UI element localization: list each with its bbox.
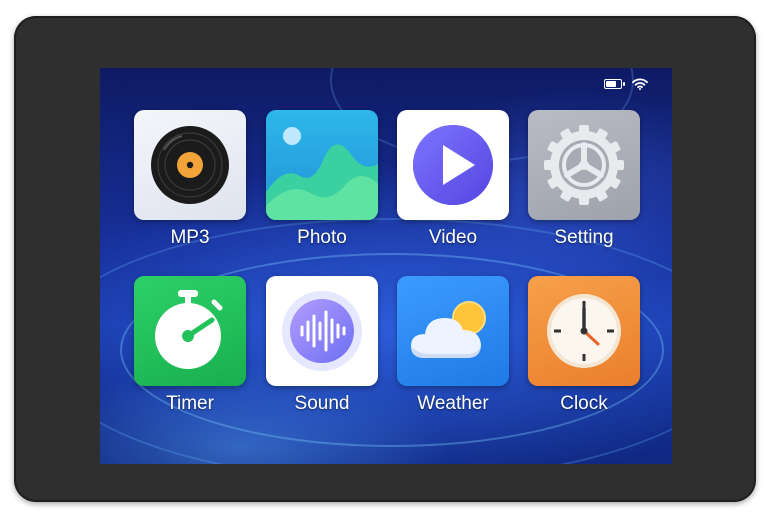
- app-label: Photo: [297, 227, 347, 248]
- app-timer[interactable]: Timer: [134, 276, 246, 416]
- clock-tile[interactable]: [528, 276, 640, 386]
- app-mp3[interactable]: MP3: [134, 110, 246, 250]
- status-bar: [604, 78, 648, 90]
- photo-mountains-icon: [266, 110, 378, 220]
- app-label: Weather: [417, 393, 489, 414]
- video-tile[interactable]: [397, 110, 509, 220]
- weather-tile[interactable]: [397, 276, 509, 386]
- app-photo[interactable]: Photo: [266, 110, 378, 250]
- sound-tile[interactable]: [266, 276, 378, 386]
- app-label: Timer: [166, 393, 214, 414]
- gear-wheel-icon: [528, 110, 640, 220]
- photo-tile[interactable]: [266, 110, 378, 220]
- setting-tile[interactable]: [528, 110, 640, 220]
- clock-icon: [528, 276, 640, 386]
- mp3-tile[interactable]: [134, 110, 246, 220]
- app-weather[interactable]: Weather: [397, 276, 509, 416]
- app-clock[interactable]: Clock: [528, 276, 640, 416]
- wifi-icon: [632, 78, 648, 90]
- timer-tile[interactable]: [134, 276, 246, 386]
- battery-fill: [606, 81, 616, 87]
- stopwatch-icon: [134, 276, 246, 386]
- sound-wave-icon: [266, 276, 378, 386]
- app-sound[interactable]: Sound: [266, 276, 378, 416]
- battery-icon: [604, 79, 625, 89]
- app-label: Sound: [294, 393, 350, 414]
- app-label: Setting: [554, 227, 614, 248]
- device-bezel: MP3 Photo Video Setting Timer Sound Weat…: [14, 16, 756, 502]
- app-video[interactable]: Video: [397, 110, 509, 250]
- app-label: Clock: [560, 393, 608, 414]
- vinyl-record-icon: [134, 110, 246, 220]
- app-label: Video: [428, 227, 478, 248]
- home-screen: MP3 Photo Video Setting Timer Sound Weat…: [100, 68, 672, 464]
- app-label: MP3: [170, 227, 210, 248]
- cloud-sun-icon: [397, 276, 509, 386]
- play-icon: [397, 110, 509, 220]
- app-setting[interactable]: Setting: [528, 110, 640, 250]
